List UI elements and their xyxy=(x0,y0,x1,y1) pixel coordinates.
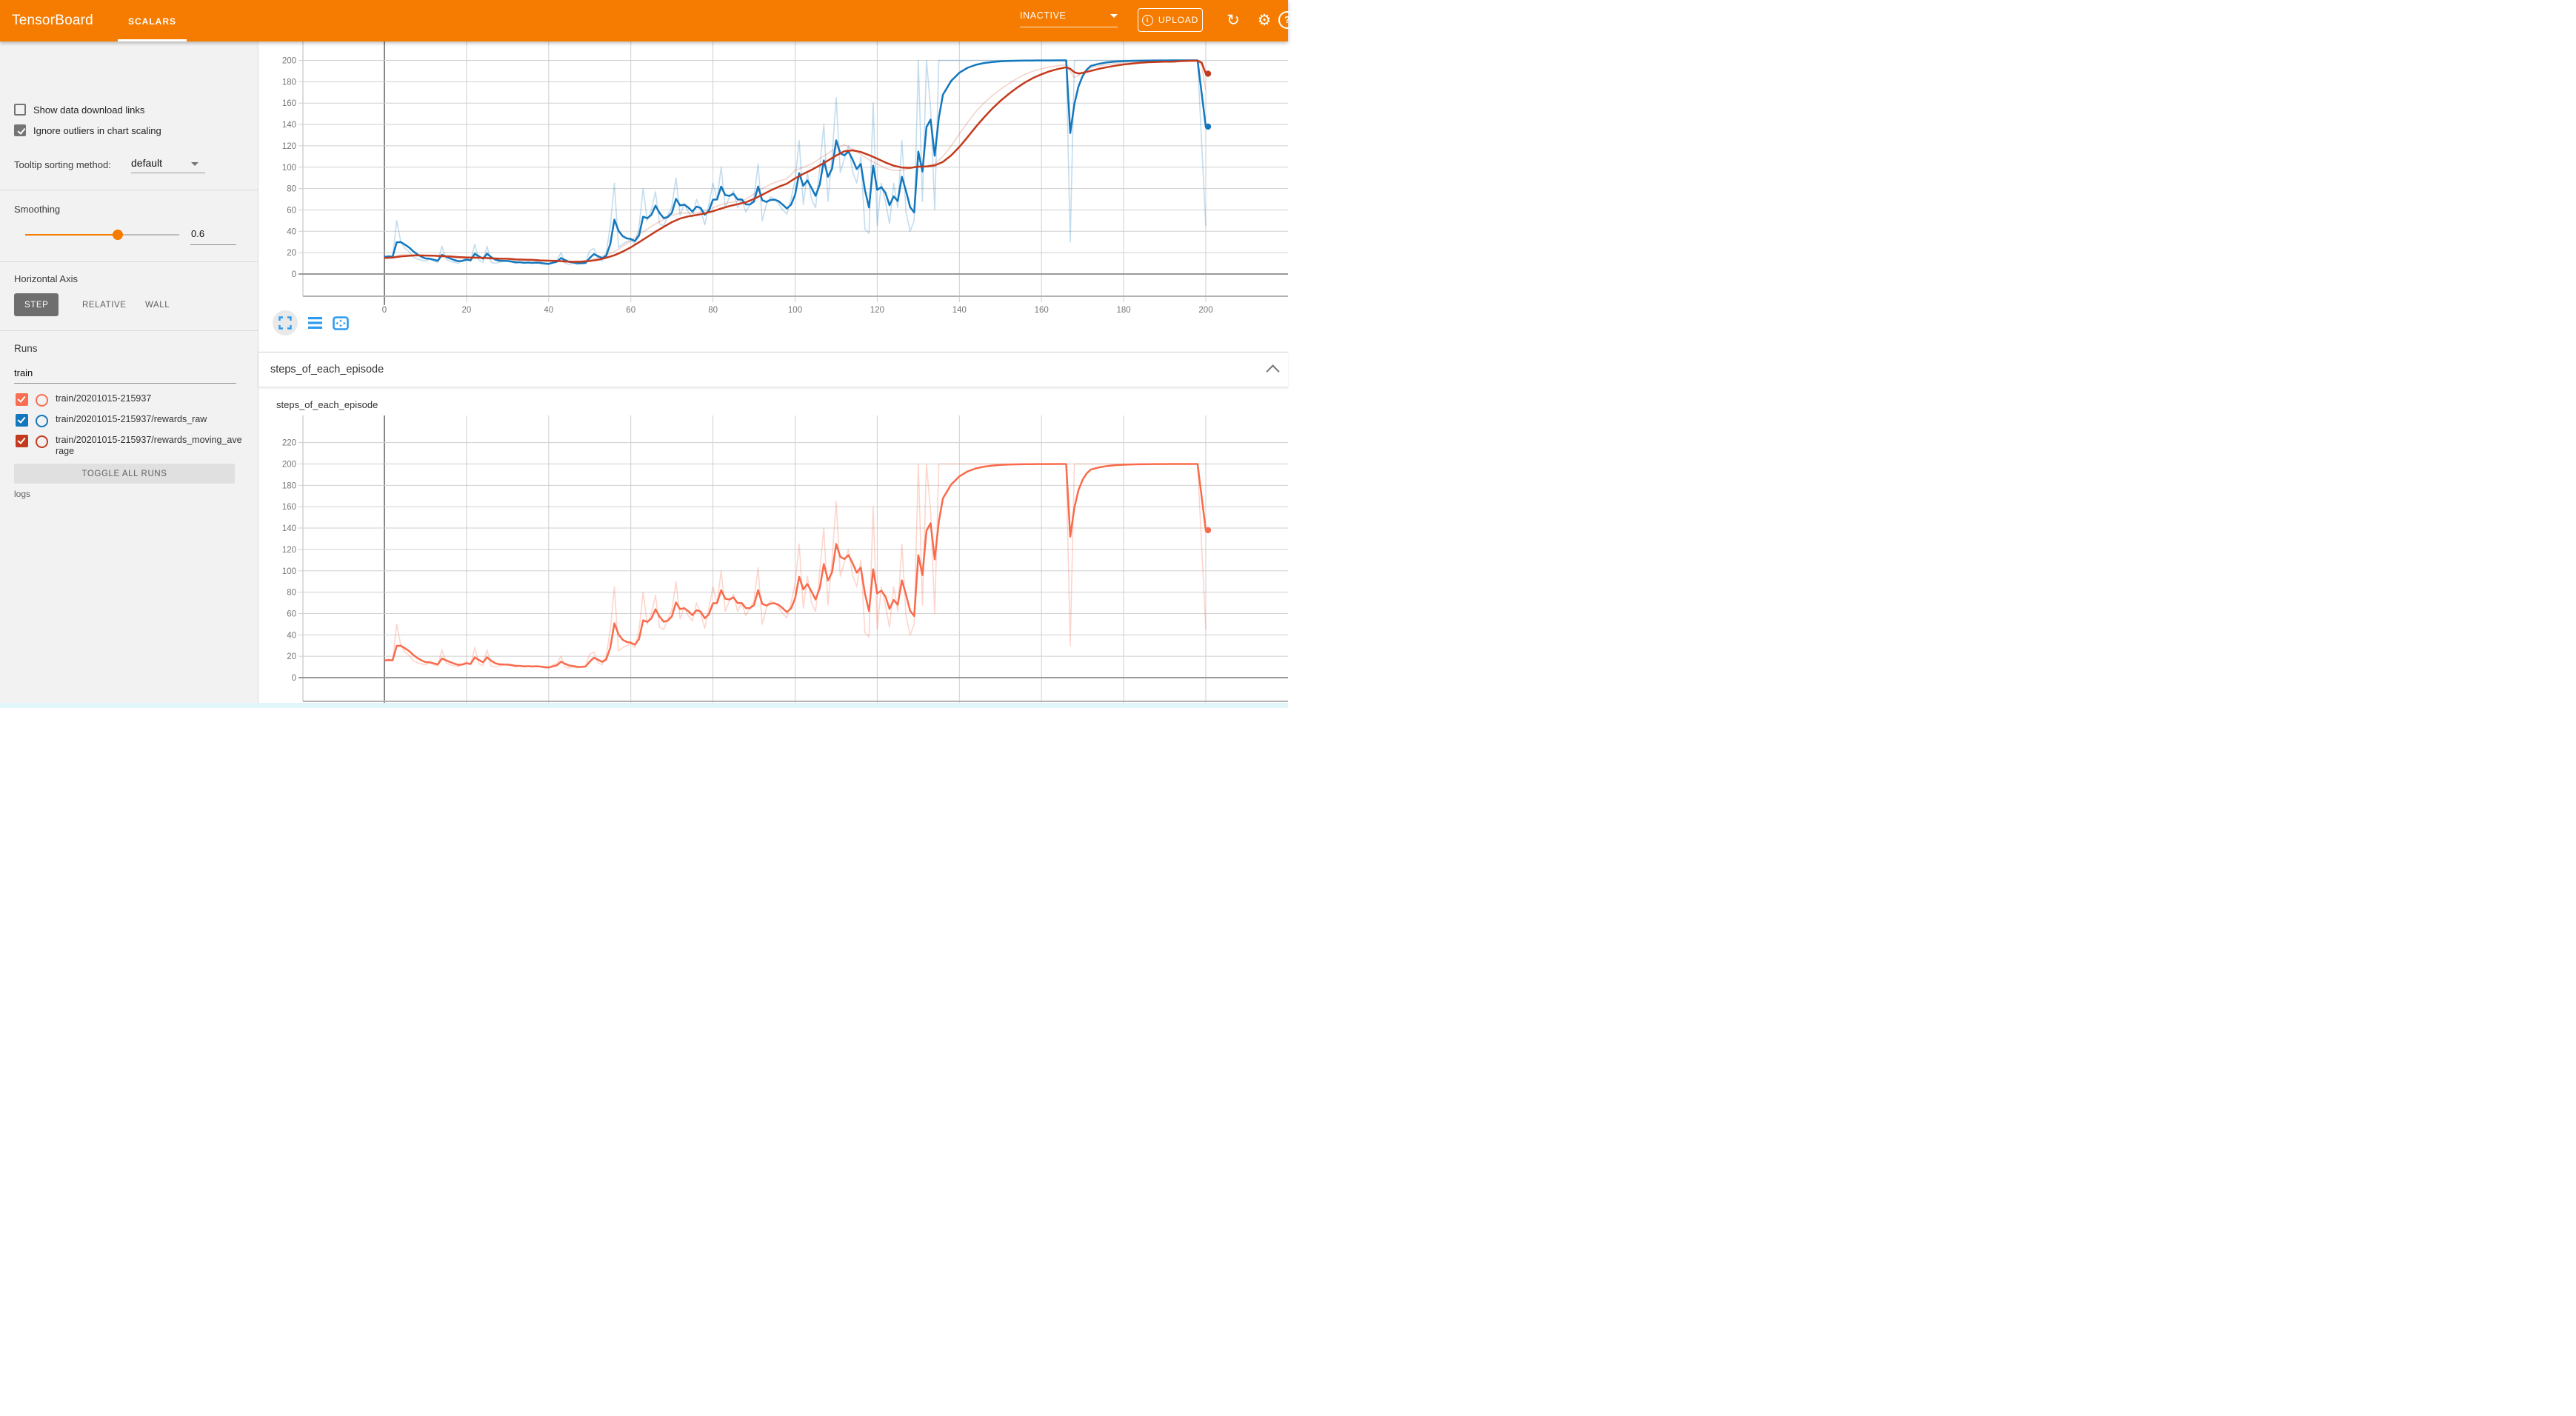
toggle-all-runs-button[interactable]: TOGGLE ALL RUNS xyxy=(14,464,235,484)
tooltip-sorting-label: Tooltip sorting method: xyxy=(14,159,111,170)
section-header-steps-of-each-episode[interactable]: steps_of_each_episode xyxy=(258,352,1288,387)
svg-text:100: 100 xyxy=(788,306,802,315)
chart-toolbar xyxy=(273,310,349,336)
svg-text:40: 40 xyxy=(287,631,296,640)
info-icon: i xyxy=(1142,15,1153,26)
fit-domain-icon[interactable] xyxy=(333,316,349,330)
smoothing-slider-track[interactable] xyxy=(118,234,179,236)
settings-sidebar: Show data download links Ignore outliers… xyxy=(0,41,258,703)
section-title: steps_of_each_episode xyxy=(270,364,384,375)
status-dropdown-value: INACTIVE xyxy=(1020,10,1066,21)
run-label: train/20201015-215937 xyxy=(56,393,242,404)
horizontal-axis-label: Horizontal Axis xyxy=(14,273,78,284)
svg-text:80: 80 xyxy=(287,589,296,598)
svg-text:140: 140 xyxy=(282,524,296,533)
tab-scalars[interactable]: SCALARS xyxy=(118,0,187,41)
svg-text:0: 0 xyxy=(292,270,296,279)
smoothing-label: Smoothing xyxy=(14,204,60,215)
run-label: train/20201015-215937/rewards_raw xyxy=(56,414,242,425)
run-visibility-circle-icon[interactable] xyxy=(36,415,48,427)
svg-text:200: 200 xyxy=(282,461,296,470)
run-row[interactable]: train/20201015-215937/rewards_moving_ave… xyxy=(16,435,242,457)
run-visibility-circle-icon[interactable] xyxy=(36,435,48,448)
run-row[interactable]: train/20201015-215937/rewards_raw xyxy=(16,414,242,427)
help-icon[interactable]: ? xyxy=(1278,11,1296,29)
checkbox-show-download-links[interactable]: Show data download links xyxy=(14,104,144,116)
upload-button[interactable]: i UPLOAD xyxy=(1138,8,1203,32)
run-visibility-circle-icon[interactable] xyxy=(36,394,48,407)
divider xyxy=(0,330,258,331)
svg-text:60: 60 xyxy=(287,610,296,618)
steps-chart-canvas[interactable]: 0 20 40 60 80 100 120 140 160 180 200 220 xyxy=(259,415,1288,703)
app-title: TensorBoard xyxy=(12,0,93,41)
rewards-chart-card: 0 20 40 60 80 100 120 140 160 180 200 0 20 40 60 80 100 1… xyxy=(259,41,1288,352)
gear-icon[interactable]: ⚙ xyxy=(1255,11,1274,30)
runs-filter-underline xyxy=(14,383,236,384)
axis-button-relative[interactable]: RELATIVE xyxy=(72,293,137,316)
svg-text:140: 140 xyxy=(952,306,967,315)
runs-label: Runs xyxy=(14,343,38,354)
checkbox-label: Show data download links xyxy=(33,104,144,116)
svg-text:80: 80 xyxy=(708,306,718,315)
svg-text:80: 80 xyxy=(287,185,296,194)
chevron-down-icon[interactable] xyxy=(191,162,198,166)
smoothing-slider-filled[interactable] xyxy=(25,234,118,236)
svg-text:180: 180 xyxy=(282,78,296,87)
chart-title: steps_of_each_episode xyxy=(276,399,378,410)
expand-icon xyxy=(278,316,292,330)
svg-text:120: 120 xyxy=(870,306,884,315)
svg-text:100: 100 xyxy=(282,164,296,173)
log-scale-icon[interactable] xyxy=(308,316,322,330)
run-checkbox[interactable] xyxy=(16,435,28,447)
svg-text:0: 0 xyxy=(292,674,296,683)
upload-button-label: UPLOAD xyxy=(1158,15,1198,25)
svg-text:180: 180 xyxy=(282,481,296,490)
svg-text:200: 200 xyxy=(282,57,296,66)
checkbox-icon[interactable] xyxy=(14,104,26,116)
svg-text:180: 180 xyxy=(1117,306,1131,315)
svg-text:40: 40 xyxy=(287,227,296,236)
smoothing-slider-thumb[interactable] xyxy=(113,230,123,240)
svg-text:40: 40 xyxy=(544,306,553,315)
logs-label: logs xyxy=(14,489,30,499)
svg-text:0: 0 xyxy=(382,306,387,315)
svg-text:140: 140 xyxy=(282,121,296,130)
run-label: train/20201015-215937/rewards_moving_ave… xyxy=(56,435,242,457)
svg-text:200: 200 xyxy=(1198,306,1212,315)
run-checkbox[interactable] xyxy=(16,414,28,427)
smoothing-value-underline xyxy=(190,244,236,245)
chevron-up-icon[interactable] xyxy=(1266,364,1279,378)
svg-text:120: 120 xyxy=(282,546,296,555)
runs-filter-input[interactable]: train xyxy=(14,367,33,378)
axis-button-step[interactable]: STEP xyxy=(14,293,59,316)
app-header: TensorBoard SCALARS INACTIVE i UPLOAD ↻ … xyxy=(0,0,1288,41)
svg-text:160: 160 xyxy=(1035,306,1049,315)
svg-text:20: 20 xyxy=(287,652,296,661)
expand-chart-icon[interactable] xyxy=(273,310,298,335)
run-row[interactable]: train/20201015-215937 xyxy=(16,393,242,407)
bottom-cutoff-strip xyxy=(0,703,1288,708)
svg-text:120: 120 xyxy=(282,142,296,151)
rewards-chart-canvas[interactable]: 0 20 40 60 80 100 120 140 160 180 200 0 20 40 60 80 100 1… xyxy=(259,41,1288,352)
svg-text:20: 20 xyxy=(462,306,472,315)
divider xyxy=(0,261,258,262)
svg-text:160: 160 xyxy=(282,503,296,512)
svg-text:60: 60 xyxy=(626,306,635,315)
checkbox-label: Ignore outliers in chart scaling xyxy=(33,125,161,136)
svg-text:60: 60 xyxy=(287,206,296,215)
svg-text:160: 160 xyxy=(282,99,296,108)
svg-text:100: 100 xyxy=(282,567,296,576)
svg-text:20: 20 xyxy=(287,249,296,258)
checkbox-icon[interactable] xyxy=(14,124,26,136)
smoothing-value-input[interactable]: 0.6 xyxy=(191,228,204,239)
svg-text:220: 220 xyxy=(282,439,296,448)
tooltip-sorting-dropdown[interactable]: default xyxy=(131,157,162,169)
steps-chart-card: steps_of_each_episode 0 20 40 60 80 100 120 140… xyxy=(259,386,1288,703)
status-dropdown[interactable]: INACTIVE xyxy=(1020,10,1118,27)
run-checkbox[interactable] xyxy=(16,393,28,406)
chevron-down-icon xyxy=(1110,14,1118,18)
refresh-icon[interactable]: ↻ xyxy=(1224,11,1243,30)
checkbox-ignore-outliers[interactable]: Ignore outliers in chart scaling xyxy=(14,124,161,136)
axis-button-wall[interactable]: WALL xyxy=(135,293,180,316)
